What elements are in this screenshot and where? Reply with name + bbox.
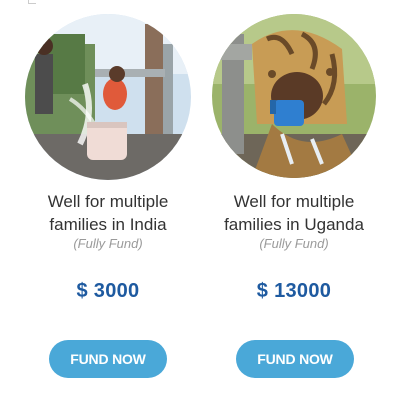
funding-status: (Fully Fund) xyxy=(73,236,143,251)
project-title-line1: Well for multiple xyxy=(47,192,169,211)
project-title: Well for multiple families in India xyxy=(13,190,203,236)
project-amount: $ 13000 xyxy=(256,280,332,302)
child-drinking-photo-icon xyxy=(212,14,376,178)
project-photo-india[interactable] xyxy=(25,14,191,180)
water-pump-photo-icon xyxy=(25,14,191,180)
project-title-line1: Well for multiple xyxy=(233,192,355,211)
project-card-india: Well for multiple families in India (Ful… xyxy=(13,0,203,402)
project-amount: $ 3000 xyxy=(76,280,140,302)
project-photo-uganda[interactable] xyxy=(212,14,376,178)
fund-now-button-uganda[interactable]: FUND NOW xyxy=(236,340,354,378)
project-title-line2: families in India xyxy=(49,215,167,234)
project-title: Well for multiple families in Uganda xyxy=(199,190,389,236)
project-card-uganda: Well for multiple families in Uganda (Fu… xyxy=(199,0,389,402)
fund-now-button-india[interactable]: FUND NOW xyxy=(49,340,167,378)
funding-status: (Fully Fund) xyxy=(259,236,329,251)
project-title-line2: families in Uganda xyxy=(224,215,364,234)
